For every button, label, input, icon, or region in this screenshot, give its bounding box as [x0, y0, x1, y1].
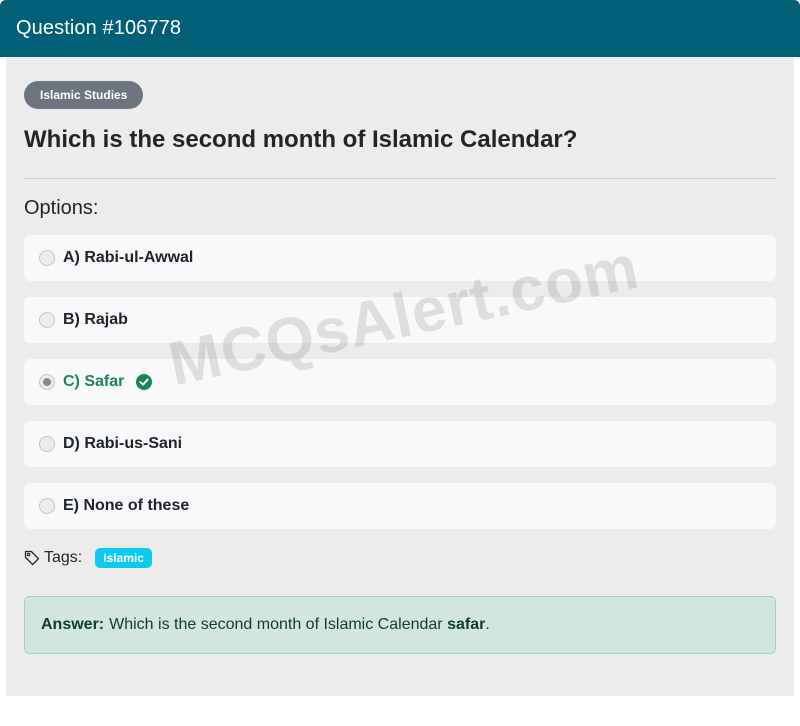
option-a-label: A) Rabi-ul-Awwal [63, 249, 194, 266]
answer-end: . [485, 616, 490, 633]
category-badge[interactable]: Islamic Studies [24, 81, 144, 109]
answer-label: Answer: [41, 616, 105, 633]
card-body: Islamic Studies Which is the second mont… [6, 57, 794, 696]
option-d[interactable]: D) Rabi-us-Sani [24, 421, 776, 467]
option-b-label: B) Rajab [63, 311, 128, 328]
option-d-label: D) Rabi-us-Sani [63, 435, 183, 452]
question-text: Which is the second month of Islamic Cal… [24, 126, 578, 153]
option-c-radio[interactable] [39, 374, 55, 390]
option-b-radio[interactable] [39, 312, 55, 328]
card-header: Question #106778 [0, 0, 800, 57]
option-a[interactable]: A) Rabi-ul-Awwal [24, 235, 776, 281]
question-card: Question #106778 Islamic Studies Which i… [0, 0, 800, 703]
option-a-radio[interactable] [39, 250, 55, 266]
tags-row: Tags: Islamic [24, 547, 152, 569]
answer-text: Which is the second month of Islamic Cal… [109, 616, 443, 633]
option-d-radio[interactable] [39, 436, 55, 452]
option-e[interactable]: E) None of these [24, 483, 776, 529]
tags-label: Tags: [44, 549, 83, 566]
option-b[interactable]: B) Rajab [24, 297, 776, 343]
answer-alert: Answer: Which is the second month of Isl… [24, 596, 776, 654]
check-circle-icon [136, 374, 153, 390]
question-number-title: Question #106778 [16, 17, 182, 39]
answer-value: safar [447, 616, 486, 633]
option-e-radio[interactable] [39, 498, 55, 514]
option-e-label: E) None of these [63, 497, 190, 514]
tag-icon [24, 550, 40, 566]
options-heading: Options: [24, 197, 99, 219]
divider [24, 178, 776, 179]
option-c-label: C) Safar [63, 373, 125, 390]
option-c[interactable]: C) Safar [24, 359, 776, 405]
tag-badge-islamic[interactable]: Islamic [95, 548, 152, 568]
